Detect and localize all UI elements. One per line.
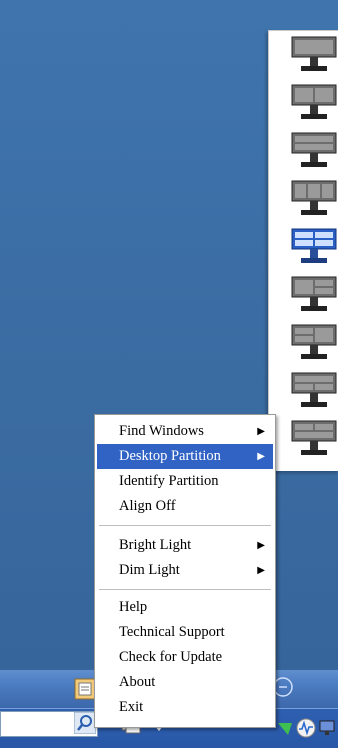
menu-item-technical-support[interactable]: Technical Support xyxy=(97,620,273,645)
menu-item-identify-partition[interactable]: Identify Partition xyxy=(97,469,273,494)
partition-option-vertical-split[interactable] xyxy=(291,83,337,123)
partition-option-two-left-plus-right[interactable] xyxy=(291,323,337,363)
submenu-arrow-icon: ▶ xyxy=(257,426,265,437)
partition-option-two-top-plus-bottom[interactable] xyxy=(291,419,337,459)
tray-network-icon[interactable] xyxy=(294,717,318,739)
menu-item-label: Technical Support xyxy=(119,624,225,640)
menu-item-label: About xyxy=(119,674,156,690)
partition-option-full[interactable] xyxy=(291,35,337,75)
menu-item-dim-light[interactable]: Dim Light ▶ xyxy=(97,558,273,583)
menu-item-label: Identify Partition xyxy=(119,473,219,489)
menu-item-bright-light[interactable]: Bright Light ▶ xyxy=(97,533,273,558)
monitor-full-partition-icon xyxy=(291,36,337,71)
partition-option-left-plus-two-right[interactable] xyxy=(291,275,337,315)
menu-item-align-off[interactable]: Align Off xyxy=(97,494,273,519)
menu-item-find-windows[interactable]: Find Windows ▶ xyxy=(97,419,273,444)
tray-shield-icon[interactable] xyxy=(276,719,294,737)
menu-separator xyxy=(99,525,271,527)
app-window-icon[interactable] xyxy=(74,678,96,700)
menu-item-label: Find Windows xyxy=(119,423,204,439)
menu-item-label: Desktop Partition xyxy=(119,448,221,464)
monitor-two-top-plus-bottom-icon xyxy=(291,420,337,455)
monitor-quad-partition-icon xyxy=(291,228,337,263)
menu-item-label: Align Off xyxy=(119,498,176,514)
monitor-top-plus-two-bottom-icon xyxy=(291,372,337,407)
monitor-vertical-split-icon xyxy=(291,84,337,119)
menu-item-label: Exit xyxy=(119,699,144,715)
menu-item-help[interactable]: Help xyxy=(97,595,273,620)
menu-item-label: Check for Update xyxy=(119,649,223,665)
menu-item-desktop-partition[interactable]: Desktop Partition ▶ xyxy=(97,444,273,469)
submenu-arrow-icon: ▶ xyxy=(257,540,265,551)
menu-item-label: Help xyxy=(119,599,148,615)
partition-option-horizontal-split[interactable] xyxy=(291,131,337,171)
menu-item-about[interactable]: About xyxy=(97,670,273,695)
submenu-arrow-icon: ▶ xyxy=(257,451,265,462)
monitor-horizontal-split-icon xyxy=(291,132,337,167)
tray-monitor-icon[interactable] xyxy=(318,717,338,739)
submenu-arrow-icon: ▶ xyxy=(257,565,265,576)
menu-item-check-for-update[interactable]: Check for Update xyxy=(97,645,273,670)
menu-separator xyxy=(99,589,271,591)
menu-item-label: Dim Light xyxy=(119,562,180,578)
tray-context-menu: Find Windows ▶ Desktop Partition ▶ Ident… xyxy=(94,414,276,728)
search-icon[interactable] xyxy=(74,712,96,734)
desktop-partition-submenu xyxy=(268,30,338,471)
monitor-two-left-plus-right-icon xyxy=(291,324,337,359)
partition-option-top-plus-two-bottom[interactable] xyxy=(291,371,337,411)
menu-item-label: Bright Light xyxy=(119,537,192,553)
partition-option-three-column[interactable] xyxy=(291,179,337,219)
monitor-left-plus-two-right-icon xyxy=(291,276,337,311)
menu-item-exit[interactable]: Exit xyxy=(97,695,273,720)
partition-option-quad[interactable] xyxy=(291,227,337,267)
monitor-three-column-icon xyxy=(291,180,337,215)
